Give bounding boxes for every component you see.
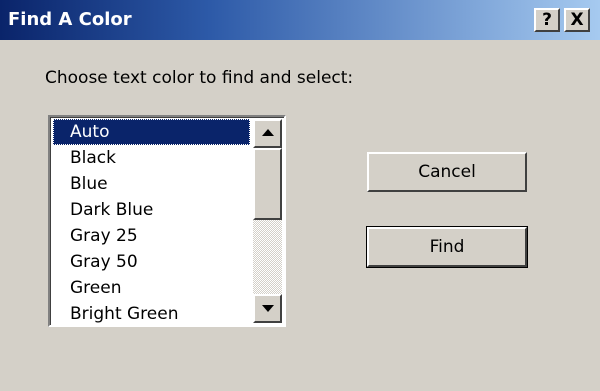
list-item-gray-50[interactable]: Gray 50: [53, 249, 250, 275]
list-item-black[interactable]: Black: [53, 145, 250, 171]
list-item-bright-green[interactable]: Bright Green: [53, 301, 250, 325]
prompt-label: Choose text color to find and select:: [45, 68, 354, 88]
list-item-auto[interactable]: Auto: [53, 119, 250, 145]
arrow-down-icon: [262, 305, 274, 312]
color-listbox[interactable]: Auto Black Blue Dark Blue Gray 25 Gray 5…: [48, 115, 286, 327]
list-item-green[interactable]: Green: [53, 275, 250, 301]
close-button[interactable]: X: [564, 8, 590, 32]
list-item-gray-25[interactable]: Gray 25: [53, 223, 250, 249]
scroll-thumb[interactable]: [253, 148, 282, 220]
window-title: Find A Color: [8, 9, 132, 30]
find-color-dialog: Find A Color ? X Choose text color to fi…: [0, 0, 600, 391]
scroll-up-button[interactable]: [253, 119, 282, 148]
scroll-down-button[interactable]: [253, 294, 282, 323]
vertical-scrollbar[interactable]: [253, 119, 282, 323]
list-item-blue[interactable]: Blue: [53, 171, 250, 197]
arrow-up-icon: [262, 129, 274, 136]
title-bar[interactable]: Find A Color ? X: [0, 0, 600, 40]
help-button[interactable]: ?: [534, 8, 560, 32]
find-button[interactable]: Find: [366, 226, 528, 268]
cancel-button[interactable]: Cancel: [367, 152, 527, 192]
color-list-items: Auto Black Blue Dark Blue Gray 25 Gray 5…: [53, 119, 250, 325]
list-item-dark-blue[interactable]: Dark Blue: [53, 197, 250, 223]
